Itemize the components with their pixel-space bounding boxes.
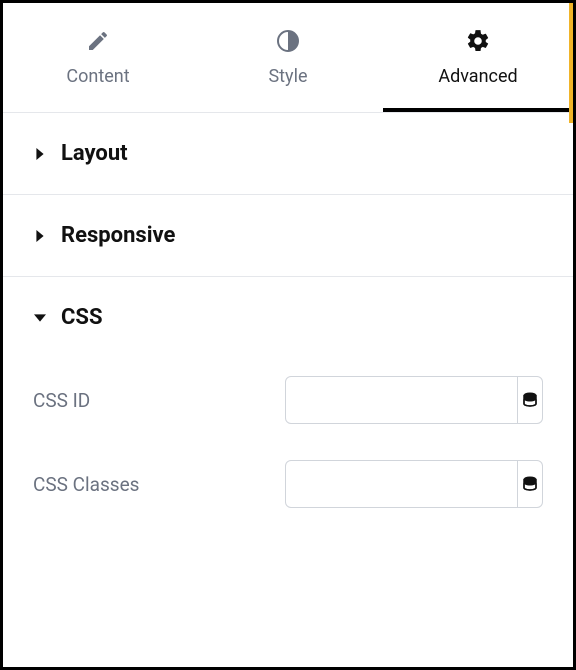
tab-content-label: Content: [66, 66, 129, 87]
css-classes-input-group: [285, 460, 543, 508]
section-layout-title: Layout: [61, 141, 128, 166]
pencil-icon: [85, 28, 111, 54]
database-icon: [521, 391, 539, 409]
section-layout: Layout: [3, 113, 573, 195]
section-responsive-title: Responsive: [61, 223, 175, 248]
css-classes-label: CSS Classes: [33, 473, 139, 496]
css-id-input-group: [285, 376, 543, 424]
database-icon: [521, 475, 539, 493]
advanced-panel: Layout Responsive CSS CSS ID: [3, 113, 573, 550]
gear-icon: [465, 28, 491, 54]
section-css-title: CSS: [61, 305, 103, 330]
tab-advanced[interactable]: Advanced: [383, 3, 573, 112]
tabs-bar: Content Style Advanced: [3, 3, 573, 113]
contrast-icon: [275, 28, 301, 54]
section-css: CSS CSS ID: [3, 277, 573, 550]
caret-down-icon: [33, 311, 47, 325]
css-id-dynamic-button[interactable]: [518, 376, 543, 424]
css-classes-input[interactable]: [285, 460, 518, 508]
tab-style[interactable]: Style: [193, 3, 383, 112]
section-css-header[interactable]: CSS: [3, 277, 573, 358]
section-responsive-header[interactable]: Responsive: [3, 195, 573, 276]
section-css-body: CSS ID: [3, 358, 573, 550]
css-id-input[interactable]: [285, 376, 518, 424]
tab-content[interactable]: Content: [3, 3, 193, 112]
css-id-label: CSS ID: [33, 389, 90, 412]
caret-right-icon: [33, 229, 47, 243]
css-classes-dynamic-button[interactable]: [518, 460, 543, 508]
caret-right-icon: [33, 147, 47, 161]
section-responsive: Responsive: [3, 195, 573, 277]
active-tab-underline: [383, 108, 573, 112]
tab-style-label: Style: [268, 66, 307, 87]
css-classes-row: CSS Classes: [33, 442, 543, 526]
css-id-row: CSS ID: [33, 358, 543, 442]
right-edge-accent: [569, 3, 573, 123]
tab-advanced-label: Advanced: [438, 66, 517, 87]
section-layout-header[interactable]: Layout: [3, 113, 573, 194]
